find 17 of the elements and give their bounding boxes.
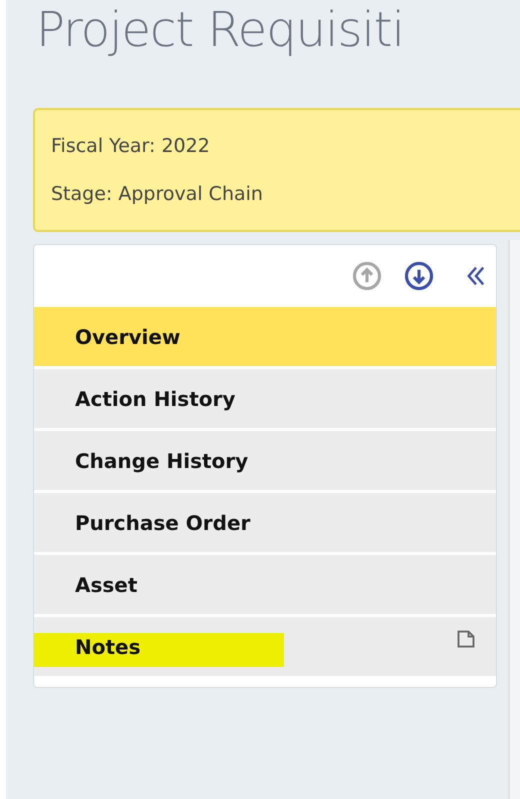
sidebar-item[interactable]: Asset xyxy=(34,555,496,614)
item-label: Change History xyxy=(75,448,248,472)
item-label: Overview xyxy=(75,324,180,348)
item-label: Notes xyxy=(75,634,141,658)
info-text: Fiscal Year: 2022 xyxy=(51,134,211,158)
sidebar-item[interactable]: Overview xyxy=(34,307,496,366)
page-title: Project Requisiti xyxy=(36,1,405,60)
sidebar-item[interactable]: Change History xyxy=(34,431,496,490)
info-text: Stage: Approval Chain xyxy=(51,182,264,206)
sidebar-item[interactable]: Purchase Order xyxy=(34,493,496,552)
item-label: Asset xyxy=(75,572,138,596)
sidebar-item[interactable]: Action History xyxy=(34,369,496,428)
move-down-icon[interactable] xyxy=(404,261,434,291)
sidebar-item[interactable]: Notes xyxy=(34,617,496,676)
document-icon xyxy=(456,628,476,648)
item-label: Purchase Order xyxy=(75,510,250,534)
item-label: Action History xyxy=(75,386,236,410)
